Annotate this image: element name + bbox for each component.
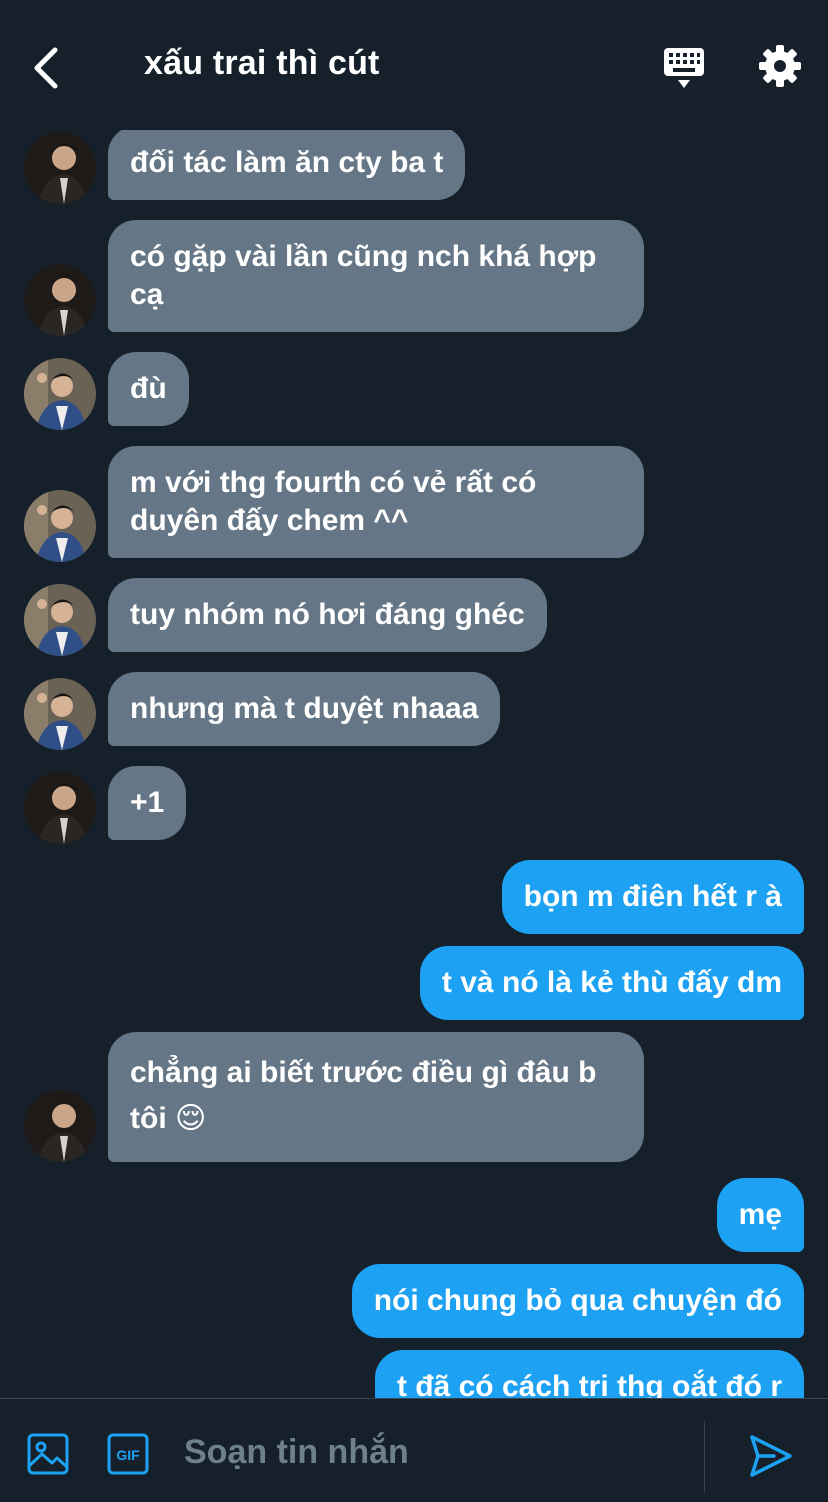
- settings-button[interactable]: [756, 42, 804, 90]
- keyboard-button[interactable]: [660, 44, 708, 92]
- avatar[interactable]: [24, 264, 96, 336]
- message-row: mẹ: [0, 1178, 828, 1256]
- image-icon: [27, 1433, 69, 1475]
- avatar[interactable]: [24, 358, 96, 430]
- message-row: có gặp vài lần cũng nch khá hợp cạ: [0, 220, 828, 336]
- keyboard-icon: [664, 48, 704, 88]
- message-row: tuy nhóm nó hơi đáng ghéc: [0, 578, 828, 656]
- gear-icon: [759, 45, 801, 87]
- message-composer: GIF Soạn tin nhắn: [0, 1398, 828, 1502]
- incoming-message[interactable]: đù: [108, 352, 189, 426]
- message-row: nói chung bỏ qua chuyện đó: [0, 1264, 828, 1342]
- conversation-title[interactable]: xấu trai thì cút: [144, 44, 380, 83]
- outgoing-message[interactable]: nói chung bỏ qua chuyện đó: [351, 1264, 804, 1338]
- avatar[interactable]: [24, 132, 96, 204]
- message-row: t và nó là kẻ thù đấy dm: [0, 946, 828, 1024]
- message-row: m với thg fourth có vẻ rất có duyên đấy …: [0, 446, 828, 562]
- avatar[interactable]: [24, 584, 96, 656]
- message-input[interactable]: Soạn tin nhắn: [184, 1433, 409, 1472]
- message-list: đối tác làm ăn cty ba t có gặp vài lần c…: [0, 0, 828, 1424]
- incoming-message[interactable]: chẳng ai biết trước điều gì đâu b tôi 😌: [108, 1032, 644, 1162]
- incoming-message[interactable]: tuy nhóm nó hơi đáng ghéc: [108, 578, 547, 652]
- message-row: chẳng ai biết trước điều gì đâu b tôi 😌: [0, 1032, 828, 1162]
- outgoing-message[interactable]: t và nó là kẻ thù đấy dm: [419, 946, 804, 1020]
- incoming-message[interactable]: đối tác làm ăn cty ba t: [108, 126, 466, 200]
- outgoing-message[interactable]: mẹ: [716, 1178, 804, 1252]
- message-row: nhưng mà t duyệt nhaaa: [0, 672, 828, 750]
- avatar[interactable]: [24, 1090, 96, 1162]
- add-image-button[interactable]: [26, 1432, 70, 1476]
- incoming-message[interactable]: +1: [108, 766, 187, 840]
- message-row: bọn m điên hết r à: [0, 860, 828, 938]
- avatar[interactable]: [24, 678, 96, 750]
- incoming-message[interactable]: m với thg fourth có vẻ rất có duyên đấy …: [108, 446, 644, 558]
- avatar[interactable]: [24, 772, 96, 844]
- outgoing-message[interactable]: bọn m điên hết r à: [501, 860, 804, 934]
- back-arrow-icon: [34, 47, 58, 89]
- send-button[interactable]: [748, 1433, 794, 1479]
- incoming-message[interactable]: có gặp vài lần cũng nch khá hợp cạ: [108, 220, 644, 332]
- message-row: +1: [0, 766, 828, 844]
- incoming-message[interactable]: nhưng mà t duyệt nhaaa: [108, 672, 501, 746]
- avatar[interactable]: [24, 490, 96, 562]
- send-icon: [750, 1435, 792, 1477]
- gif-icon: GIF: [107, 1433, 149, 1475]
- gif-label: GIF: [116, 1447, 140, 1463]
- back-button[interactable]: [24, 40, 68, 96]
- composer-divider: [704, 1421, 705, 1493]
- message-row: đù: [0, 352, 828, 430]
- message-row: đối tác làm ăn cty ba t: [0, 126, 828, 204]
- conversation-header: xấu trai thì cút: [0, 0, 828, 130]
- add-gif-button[interactable]: GIF: [106, 1432, 150, 1476]
